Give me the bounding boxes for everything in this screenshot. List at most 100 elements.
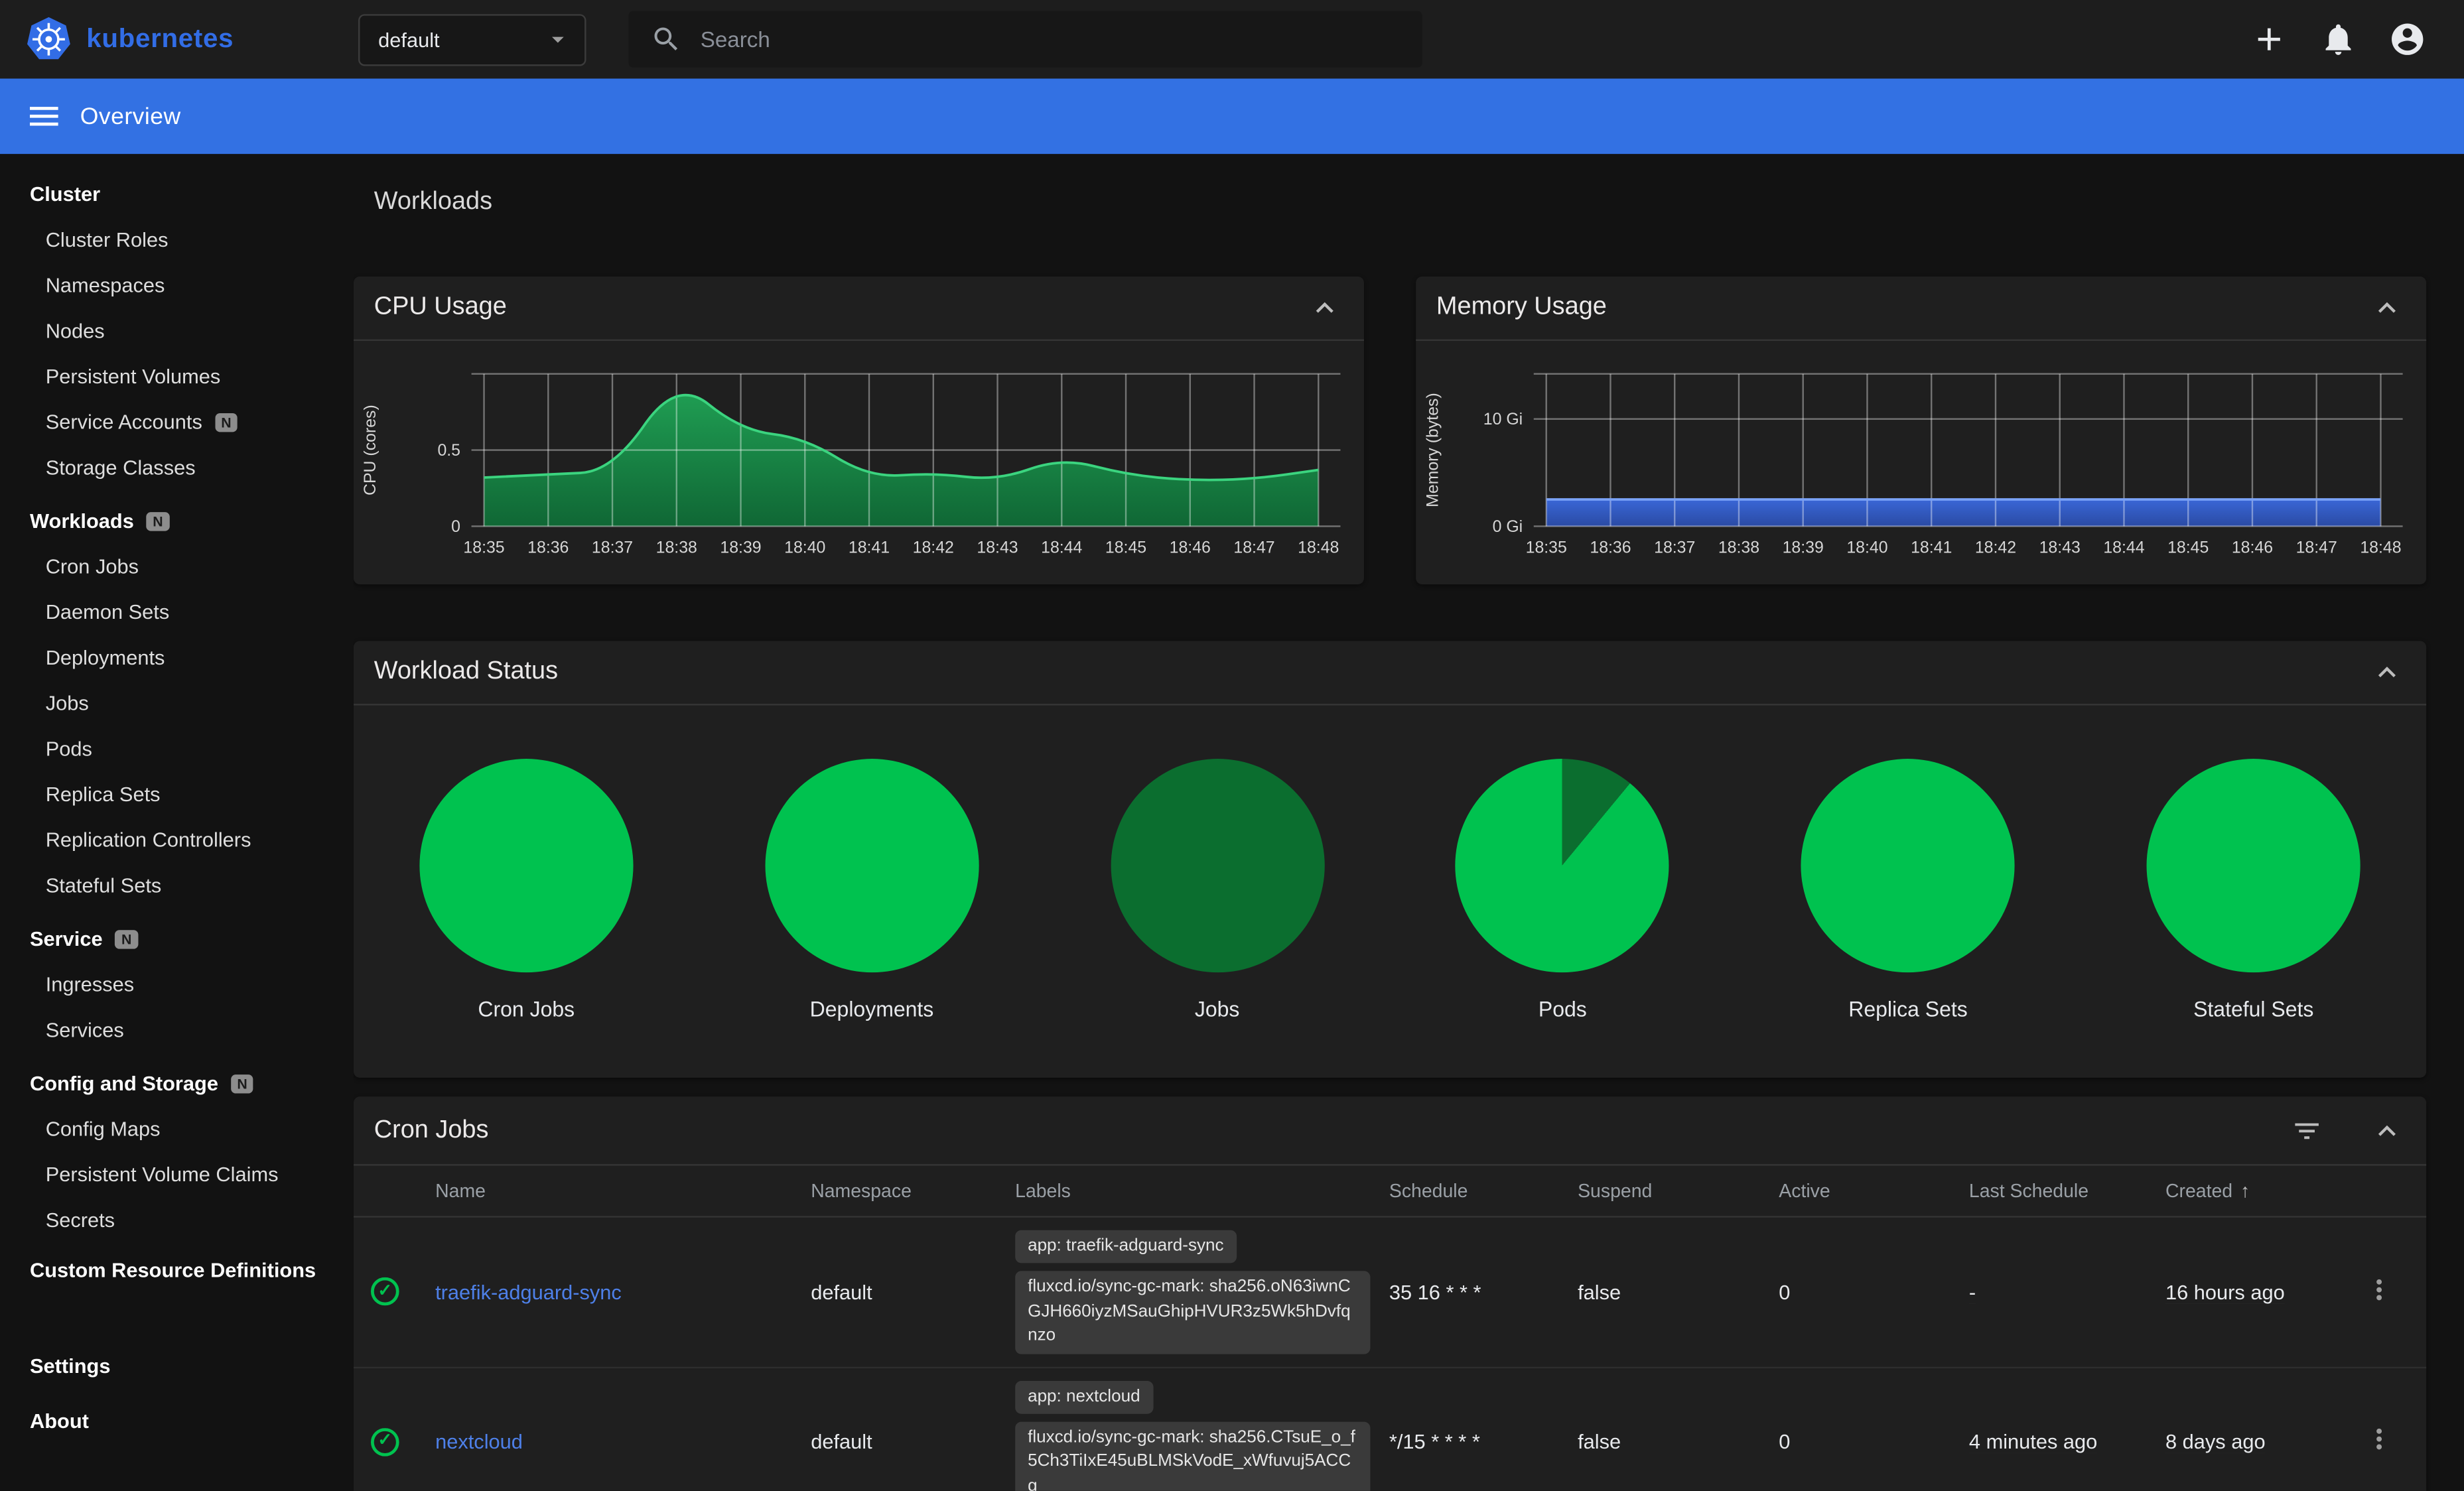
sidebar-item-replication-controllers[interactable]: Replication Controllers (0, 817, 354, 863)
svg-text:0: 0 (451, 517, 460, 536)
sidebar-item-settings[interactable]: Settings (0, 1338, 354, 1394)
sidebar-item-persistent-volumes[interactable]: Persistent Volumes (0, 354, 354, 399)
namespace-selected-value: default (378, 27, 440, 51)
cronjob-suspend: false (1578, 1279, 1621, 1304)
svg-text:18:40: 18:40 (1846, 539, 1887, 557)
cronjob-schedule: */15 * * * * (1389, 1430, 1480, 1454)
topbar-actions (2250, 21, 2426, 58)
cronjob-actions (2363, 1424, 2426, 1460)
cronjob-row-nextcloud: ✓ nextcloud default app: nextcloud fluxcd.io… (354, 1368, 2426, 1491)
usage-charts-row: CPU Usage 0 0.5 18:35 18:36 18:37 18:38 18:39 1… (353, 276, 2427, 585)
sidebar-section-service[interactable]: Service N (0, 908, 354, 962)
search-input[interactable] (697, 25, 1406, 54)
svg-text:CPU (cores): CPU (cores) (361, 405, 379, 495)
sidebar-item-namespaces[interactable]: Namespaces (0, 263, 354, 308)
svg-text:18:42: 18:42 (913, 539, 954, 557)
sidebar-item-cluster-roles[interactable]: Cluster Roles (0, 217, 354, 263)
sidebar-item-label: Namespaces (45, 273, 165, 297)
sidebar-item-label: Service Accounts (45, 410, 202, 434)
sidebar-section-workloads[interactable]: Workloads N (0, 490, 354, 544)
svg-text:18:46: 18:46 (1170, 539, 1211, 557)
add-resource-icon[interactable] (2250, 21, 2288, 58)
pie-label: Deployments (809, 998, 934, 1021)
namespaced-badge: N (214, 412, 238, 432)
sidebar-section-cluster[interactable]: Cluster (0, 163, 354, 217)
collapse-icon[interactable] (1308, 291, 1342, 325)
row-menu-icon[interactable] (2363, 1273, 2394, 1305)
collapse-icon[interactable] (2370, 1113, 2404, 1147)
sidebar-item-about[interactable]: About (0, 1394, 354, 1449)
menu-icon[interactable] (25, 97, 63, 135)
sidebar-item-label: Replica Sets (45, 782, 161, 807)
cronjob-name-link[interactable]: nextcloud (435, 1430, 523, 1454)
cpu-usage-title: CPU Usage (374, 293, 507, 321)
column-header-labels[interactable]: Labels (1015, 1180, 1389, 1202)
column-header-active[interactable]: Active (1779, 1180, 1969, 1202)
cronjob-row-traefik-adguard-sync: ✓ traefik-adguard-sync default app: traefik… (353, 1218, 2427, 1368)
column-header-last-schedule[interactable]: Last Schedule (1969, 1180, 2165, 1202)
kubernetes-logo[interactable]: kubernetes (25, 16, 234, 63)
svg-text:18:42: 18:42 (1975, 539, 2016, 557)
namespace-selector[interactable]: default (358, 13, 586, 66)
cronjob-active: 0 (1779, 1279, 1791, 1304)
column-header-created[interactable]: Created ↑ (2165, 1180, 2363, 1202)
sidebar-item-custom-resource-definitions[interactable]: Custom Resource Definitions (0, 1243, 354, 1298)
sidebar-item-jobs[interactable]: Jobs (0, 681, 354, 726)
cronjob-last-schedule: - (1968, 1279, 1976, 1304)
pie-label: Stateful Sets (2193, 998, 2314, 1021)
sidebar-item-nodes[interactable]: Nodes (0, 308, 354, 354)
sidebar-item-pods[interactable]: Pods (0, 726, 354, 771)
sidebar-item-services[interactable]: Services (0, 1007, 354, 1053)
cronjob-name-link[interactable]: traefik-adguard-sync (435, 1280, 622, 1304)
sidebar-section-config-and-storage[interactable]: Config and Storage N (0, 1053, 354, 1106)
collapse-icon[interactable] (2370, 291, 2404, 325)
sidebar-item-persistent-volume-claims[interactable]: Persistent Volume Claims (0, 1151, 354, 1197)
workload-pie-replica-sets: Replica Sets (1736, 759, 2081, 1021)
notifications-icon[interactable] (2319, 21, 2357, 58)
label-chip: fluxcd.io/sync-gc-mark: sha256.CTsuE_o_f… (1015, 1421, 1371, 1491)
sidebar-section-label: Config and Storage (30, 1071, 218, 1095)
sidebar-item-service-accounts[interactable]: Service Accounts N (0, 399, 354, 445)
column-header-suspend[interactable]: Suspend (1578, 1180, 1779, 1202)
page-breadcrumb: Overview (80, 103, 181, 130)
sidebar-item-ingresses[interactable]: Ingresses (0, 962, 354, 1007)
cronjob-namespace: default (811, 1430, 872, 1454)
pie-chart (764, 759, 979, 973)
sidebar-item-config-maps[interactable]: Config Maps (0, 1106, 354, 1152)
svg-text:18:48: 18:48 (2360, 539, 2401, 557)
svg-text:18:45: 18:45 (1105, 539, 1146, 557)
svg-text:18:38: 18:38 (1718, 539, 1759, 557)
sidebar-item-deployments[interactable]: Deployments (0, 635, 354, 681)
column-header-name[interactable]: Name (435, 1180, 811, 1202)
sidebar-nav: Cluster Cluster Roles Namespaces Nodes Persi… (0, 154, 354, 1491)
filter-icon[interactable] (2291, 1115, 2322, 1146)
sidebar-item-storage-classes[interactable]: Storage Classes (0, 444, 354, 490)
cronjob-active: 0 (1779, 1430, 1791, 1454)
svg-text:18:41: 18:41 (849, 539, 890, 557)
row-menu-icon[interactable] (2363, 1424, 2394, 1455)
svg-text:18:39: 18:39 (1783, 539, 1824, 557)
sidebar-item-label: Persistent Volume Claims (45, 1162, 279, 1187)
column-header-schedule[interactable]: Schedule (1389, 1180, 1578, 1202)
memory-usage-card: Memory Usage 0 Gi 10 Gi 18:35 18:36 18:37 18:… (1416, 276, 2427, 585)
sidebar-item-label: Replication Controllers (45, 828, 251, 852)
table-header-row: Name Namespace Labels Schedule Suspend Active… (353, 1166, 2427, 1218)
cronjob-created: 8 days ago (2165, 1430, 2266, 1454)
svg-text:18:35: 18:35 (463, 539, 504, 557)
sidebar-item-label: Ingresses (45, 972, 135, 996)
collapse-icon[interactable] (2370, 655, 2404, 690)
pie-chart (419, 759, 634, 973)
workload-status-pies: Cron Jobs Deployments Jobs Pods Replica Sets… (354, 706, 2426, 1021)
account-icon[interactable] (2388, 21, 2426, 58)
cron-jobs-card: Cron Jobs Name Namespace Labels Schedule Sus… (353, 1096, 2427, 1491)
namespaced-badge: N (115, 929, 138, 948)
sidebar-item-replica-sets[interactable]: Replica Sets (0, 771, 354, 817)
workload-pie-deployments: Deployments (699, 759, 1045, 1021)
sidebar-item-cron-jobs[interactable]: Cron Jobs (0, 544, 354, 590)
sidebar-item-daemon-sets[interactable]: Daemon Sets (0, 589, 354, 635)
cronjob-suspend: false (1578, 1430, 1621, 1454)
sidebar-item-secrets[interactable]: Secrets (0, 1197, 354, 1243)
column-header-namespace[interactable]: Namespace (811, 1180, 1015, 1202)
label-chip: fluxcd.io/sync-gc-mark: sha256.oN63iwnCG… (1015, 1271, 1371, 1354)
sidebar-item-stateful-sets[interactable]: Stateful Sets (0, 862, 354, 908)
